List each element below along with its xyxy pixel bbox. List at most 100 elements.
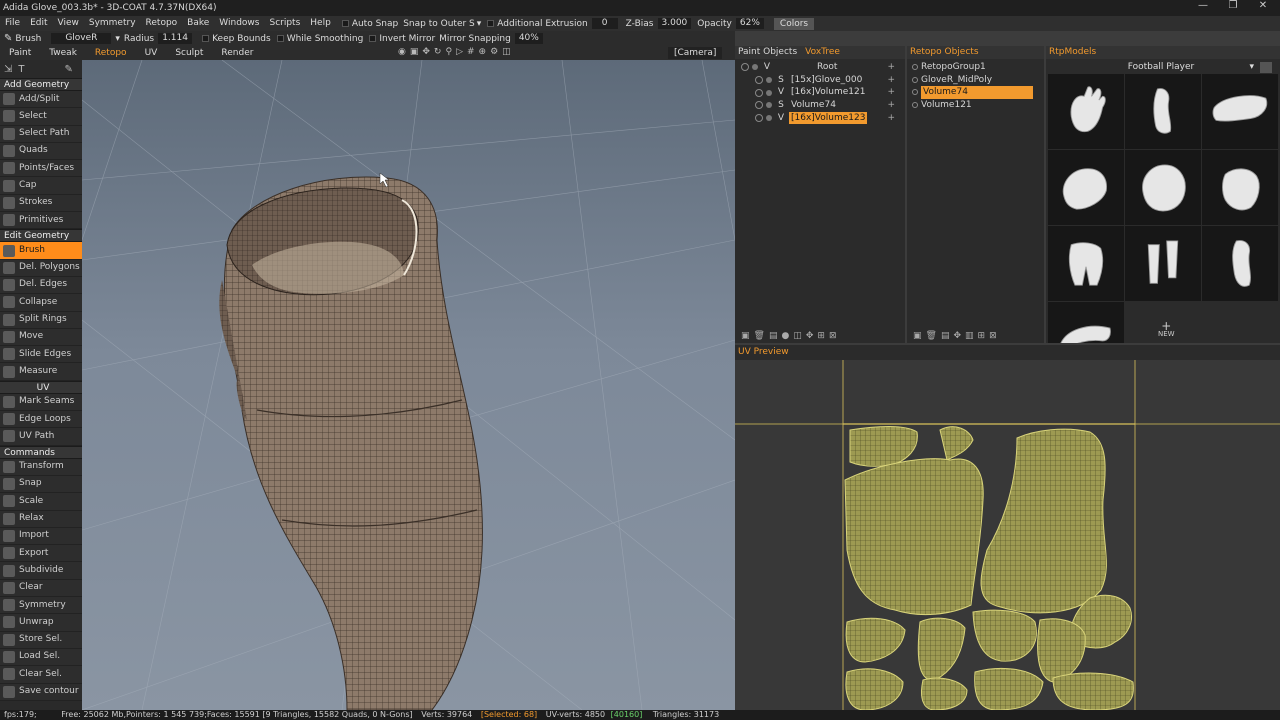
rtp-model-torso[interactable] [1202,150,1278,225]
voxtree-row[interactable]: S Volume74 + [735,99,905,112]
tool-primitives[interactable]: Primitives [0,212,82,230]
keep-bounds-checkbox[interactable] [202,35,210,42]
tool-mark-seams[interactable]: Mark Seams [0,393,82,412]
auto-snap-checkbox[interactable] [341,20,349,27]
text-tool-icon[interactable]: T [18,64,24,75]
voxtree-label[interactable]: [16x]Volume121 [789,86,867,99]
retopo-object-row[interactable]: GloveR_MidPoly [907,74,1044,87]
settings-icon[interactable]: ⊠ [829,331,837,341]
add-geometry-header[interactable]: Add Geometry [0,78,82,91]
menu-retopo[interactable]: Retopo [141,16,183,31]
add-child-icon[interactable]: + [887,86,895,99]
chevron-down-icon[interactable]: ▾ [115,34,120,44]
add-child-icon[interactable]: + [887,99,895,112]
opacity-field[interactable]: 62% [735,18,764,29]
eye-icon[interactable] [755,101,763,110]
tab-uv[interactable]: UV [136,46,167,60]
tool-transform[interactable]: Transform [0,458,82,476]
voxtree-label[interactable]: Volume74 [789,99,838,112]
menu-help[interactable]: Help [305,16,336,31]
merge-icon[interactable]: ▤ [769,331,778,341]
uv-preview-canvas[interactable] [735,360,1280,710]
ortho-icon[interactable]: ◫ [502,47,511,57]
tool-del-polygons[interactable]: Del. Polygons [0,259,82,277]
invert-mirror-checkbox[interactable] [369,35,377,42]
tool-move[interactable]: Move [0,328,82,347]
pan-icon[interactable]: ✥ [422,47,430,57]
rtp-model-leg[interactable] [1202,226,1278,301]
rtp-model-band[interactable] [1048,302,1124,343]
tool-edge-loops[interactable]: Edge Loops [0,411,82,429]
eye-icon[interactable] [912,89,918,96]
rtp-model-arm[interactable] [1125,74,1201,149]
uv-header[interactable]: UV [0,380,82,394]
tool-uv-path[interactable]: UV Path [0,428,82,446]
3d-viewport[interactable] [82,60,735,710]
ghost-icon[interactable] [766,102,772,109]
delete-icon[interactable]: 🗑 [754,331,765,341]
colors-button[interactable]: Colors [773,17,815,30]
tool-clear[interactable]: Clear [0,579,82,598]
volume-type-flag[interactable]: V [762,61,772,74]
eye-icon[interactable] [755,88,763,97]
voxtree-label[interactable]: Root [815,61,839,74]
additional-extrusion-checkbox[interactable] [487,20,495,27]
tab-tweak[interactable]: Tweak [40,46,86,60]
tool-slide-edges[interactable]: Slide Edges [0,346,82,364]
eye-icon[interactable] [912,64,918,70]
tool-export[interactable]: Export [0,545,82,563]
ghost-icon[interactable] [766,115,772,122]
snap-to-dropdown[interactable]: Snap to Outer S [403,19,475,29]
tool-strokes[interactable]: Strokes [0,194,82,213]
close-button[interactable]: ✕ [1248,0,1278,16]
volume-type-flag[interactable]: S [776,99,786,112]
eye-icon[interactable] [741,63,749,72]
rtp-model-legs[interactable] [1125,226,1201,301]
tool-scale[interactable]: Scale [0,493,82,511]
rtp-model-helmet[interactable] [1125,150,1201,225]
volume-type-flag[interactable]: V [776,112,786,125]
rtp-category-dropdown[interactable]: Football Player ▾ [1050,62,1272,73]
tool-measure[interactable]: Measure [0,363,82,381]
menu-windows[interactable]: Windows [214,16,264,31]
tab-sculpt[interactable]: Sculpt [166,46,212,60]
folder-icon[interactable] [1260,62,1272,73]
add-child-icon[interactable]: + [887,74,895,87]
menu-symmetry[interactable]: Symmetry [84,16,141,31]
tool-select[interactable]: Select [0,108,82,126]
tool-relax[interactable]: Relax [0,510,82,528]
move-tool-icon[interactable]: ⇲ [4,64,12,75]
tab-paint-objects[interactable]: Paint Objects [738,46,797,59]
eye-icon[interactable] [755,114,763,123]
voxtree-label[interactable]: [16x]Volume123 [789,111,868,125]
while-smoothing-checkbox[interactable] [276,35,284,42]
ghost-icon[interactable] [766,77,772,84]
volume-type-flag[interactable]: S [776,74,786,87]
move-icon[interactable]: ✥ [953,331,961,341]
new-model-button[interactable]: + NEW [1158,320,1175,338]
tab-paint[interactable]: Paint [0,46,40,60]
eye-icon[interactable] [912,76,918,83]
mirror-snapping-field[interactable]: 40% [514,33,543,44]
voxtree-row[interactable]: V Root + [735,61,905,74]
edit-geometry-header[interactable]: Edit Geometry [0,229,82,243]
add-layer-icon[interactable]: ▣ [741,331,750,341]
tool-unwrap[interactable]: Unwrap [0,614,82,632]
menu-scripts[interactable]: Scripts [264,16,305,31]
ghost-icon[interactable] [752,64,758,71]
move-icon[interactable]: ✥ [806,331,814,341]
rtp-model-shoulder-pad[interactable] [1048,150,1124,225]
retopo-object-row[interactable]: Volume74 [907,86,1044,100]
voxtree-row[interactable]: V [16x]Volume121 + [735,86,905,99]
view-icon[interactable]: ◉ [398,47,406,57]
add-child-icon[interactable]: + [887,61,895,74]
zoom-icon[interactable]: ⚲ [445,47,452,57]
tool-quads[interactable]: Quads [0,142,82,161]
delete-icon[interactable]: 🗑 [926,331,937,341]
ghost-icon[interactable] [766,89,772,96]
zbias-field[interactable]: 3.000 [657,18,692,29]
frame-icon[interactable]: ▣ [410,47,419,57]
eye-icon[interactable] [755,76,763,85]
menu-bake[interactable]: Bake [182,16,214,31]
close-icon[interactable]: ⊠ [989,331,997,341]
